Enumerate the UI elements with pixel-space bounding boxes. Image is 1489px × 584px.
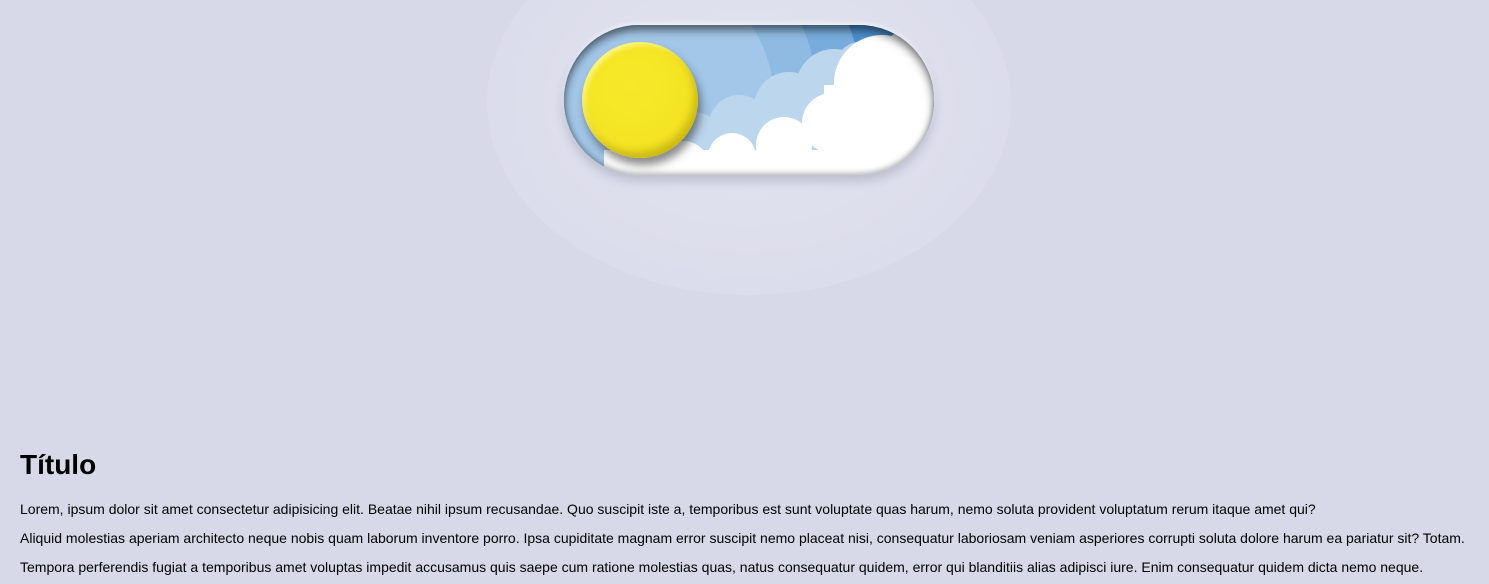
page-title: Título: [20, 449, 97, 480]
paragraph: Aliquid molestias aperiam architecto neq…: [20, 530, 1465, 546]
content-section: Título Lorem, ipsum dolor sit amet conse…: [20, 447, 1489, 582]
paragraph: Tempora perferendis fugiat a temporibus …: [20, 559, 1424, 575]
sun-icon[interactable]: [582, 42, 698, 158]
paragraph: Lorem, ipsum dolor sit amet consectetur …: [20, 501, 1316, 517]
day-night-toggle[interactable]: [564, 25, 934, 175]
